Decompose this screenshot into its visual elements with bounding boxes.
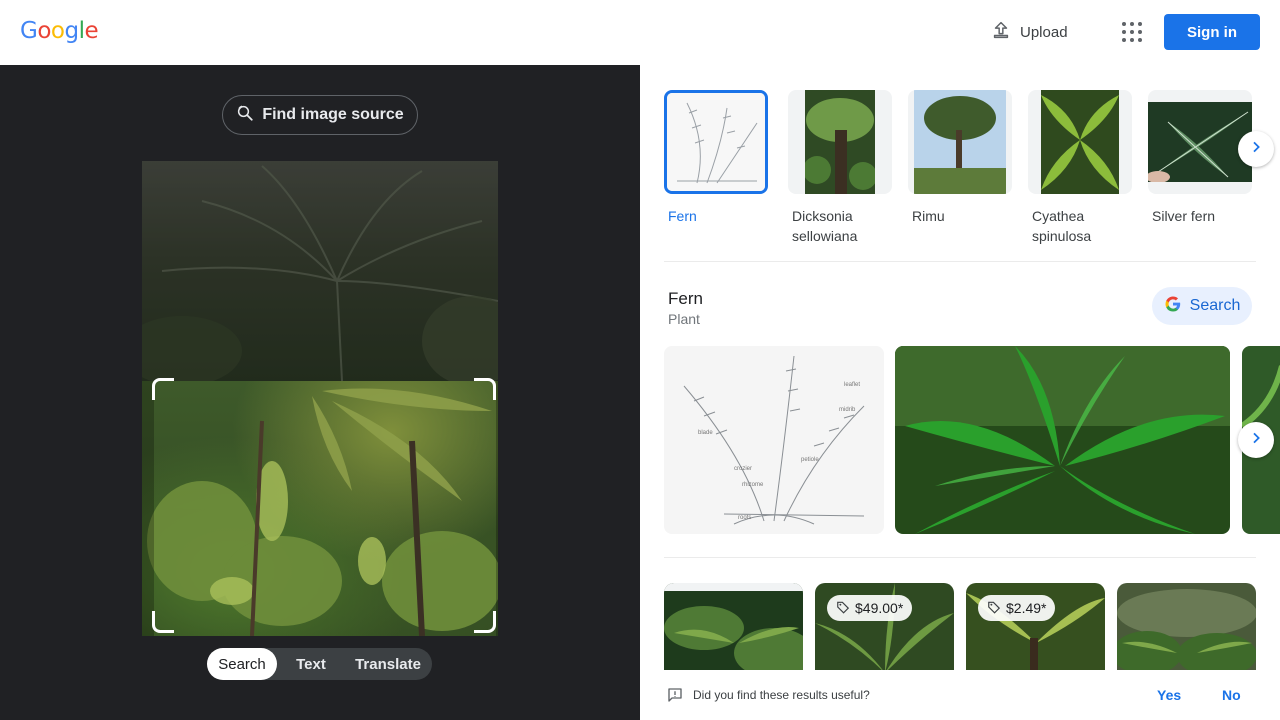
chip-thumbnail bbox=[908, 90, 1012, 194]
visual-match-result[interactable] bbox=[664, 583, 803, 673]
google-search-button[interactable]: Search bbox=[1152, 287, 1252, 325]
knowledge-subtitle: Plant bbox=[668, 311, 700, 327]
crop-handle-top-right[interactable] bbox=[474, 378, 496, 400]
chip-thumbnail bbox=[788, 90, 892, 194]
feedback-bar: Did you find these results useful? Yes N… bbox=[640, 670, 1280, 720]
svg-text:rhizome: rhizome bbox=[742, 482, 764, 488]
visual-match-result[interactable] bbox=[1117, 583, 1256, 673]
related-chip[interactable]: Fern bbox=[664, 90, 768, 226]
crop-handle-bottom-right[interactable] bbox=[474, 611, 496, 633]
tab-text[interactable]: Text bbox=[277, 648, 345, 680]
logo-letter: G bbox=[20, 18, 38, 44]
chip-label: Silver fern bbox=[1152, 208, 1216, 224]
image-dim-overlay bbox=[142, 161, 498, 381]
feedback-yes-button[interactable]: Yes bbox=[1157, 687, 1181, 703]
related-chips-row: Fern Dicksonia sellowiana Rimu Cyathea s… bbox=[664, 90, 1256, 250]
image-search-icon bbox=[236, 104, 254, 127]
chevron-right-icon bbox=[1248, 139, 1264, 160]
google-logo[interactable]: Google bbox=[20, 18, 99, 44]
price-badge: $49.00* bbox=[827, 595, 913, 621]
image-dim-right bbox=[496, 381, 498, 636]
images-next-button[interactable] bbox=[1238, 422, 1274, 458]
section-divider bbox=[664, 557, 1256, 558]
visual-match-result[interactable]: $49.00* bbox=[815, 583, 954, 673]
lens-mode-tabs: Search Text Translate bbox=[207, 648, 432, 680]
price-badge: $2.49* bbox=[978, 595, 1056, 621]
svg-text:petiole: petiole bbox=[801, 457, 819, 463]
price-tag-icon bbox=[987, 600, 1001, 617]
related-chip[interactable]: Rimu bbox=[908, 90, 1012, 226]
logo-letter: g bbox=[64, 18, 79, 44]
chevron-right-icon bbox=[1248, 430, 1264, 451]
crop-handle-bottom-left[interactable] bbox=[152, 611, 174, 633]
upload-button[interactable]: Upload bbox=[990, 16, 1068, 48]
upload-icon bbox=[990, 19, 1012, 45]
knowledge-image-photo[interactable] bbox=[895, 346, 1230, 534]
related-chip[interactable]: Silver fern bbox=[1148, 90, 1252, 226]
feedback-question: Did you find these results useful? bbox=[693, 688, 870, 702]
feedback-icon bbox=[666, 686, 684, 709]
logo-letter: o bbox=[50, 18, 65, 44]
chip-thumbnail bbox=[1028, 90, 1132, 194]
section-divider bbox=[664, 261, 1256, 262]
lens-image-pane: Find image source Search Text Translate bbox=[0, 65, 640, 720]
visual-match-result[interactable]: $2.49* bbox=[966, 583, 1105, 673]
logo-letter: o bbox=[37, 18, 51, 44]
related-chip[interactable]: Dicksonia sellowiana bbox=[788, 90, 892, 246]
crop-handle-top-left[interactable] bbox=[152, 378, 174, 400]
chip-label: Rimu bbox=[912, 208, 945, 224]
google-g-icon bbox=[1164, 295, 1182, 318]
upload-label: Upload bbox=[1020, 23, 1068, 41]
logo-letter: e bbox=[84, 18, 99, 44]
image-dim-left bbox=[142, 381, 154, 636]
chip-label: Cyathea spinulosa bbox=[1032, 208, 1092, 244]
chip-label: Fern bbox=[668, 208, 697, 224]
find-image-source-label: Find image source bbox=[262, 106, 404, 123]
chip-label: Dicksonia sellowiana bbox=[792, 208, 858, 244]
apps-grid-icon[interactable] bbox=[1118, 18, 1146, 46]
price-tag-icon bbox=[836, 600, 850, 617]
results-pane: Fern Dicksonia sellowiana Rimu Cyathea s… bbox=[640, 65, 1280, 720]
selected-region bbox=[142, 381, 498, 636]
chip-thumbnail bbox=[1148, 90, 1252, 194]
knowledge-title: Fern bbox=[668, 289, 703, 308]
price-value: $2.49* bbox=[1006, 600, 1047, 616]
svg-text:crozier: crozier bbox=[734, 466, 752, 472]
svg-text:blade: blade bbox=[698, 430, 713, 436]
feedback-no-button[interactable]: No bbox=[1222, 687, 1241, 703]
top-bar: Google Upload Sign in bbox=[0, 0, 1280, 64]
chips-next-button[interactable] bbox=[1238, 131, 1274, 167]
knowledge-image-diagram[interactable]: leaflet midrib blade crozier petiole rhizome r… bbox=[664, 346, 884, 534]
query-image[interactable] bbox=[142, 161, 498, 636]
tab-translate[interactable]: Translate bbox=[345, 648, 431, 680]
find-image-source-button[interactable]: Find image source bbox=[222, 95, 418, 135]
svg-text:roots: roots bbox=[738, 515, 751, 521]
sign-in-button[interactable]: Sign in bbox=[1164, 14, 1260, 50]
svg-text:leaflet: leaflet bbox=[844, 382, 860, 388]
related-chip[interactable]: Cyathea spinulosa bbox=[1028, 90, 1132, 246]
tab-search[interactable]: Search bbox=[207, 648, 277, 680]
chip-thumbnail bbox=[664, 90, 768, 194]
svg-text:midrib: midrib bbox=[839, 407, 856, 413]
price-value: $49.00* bbox=[855, 600, 904, 616]
search-button-label: Search bbox=[1189, 297, 1241, 314]
